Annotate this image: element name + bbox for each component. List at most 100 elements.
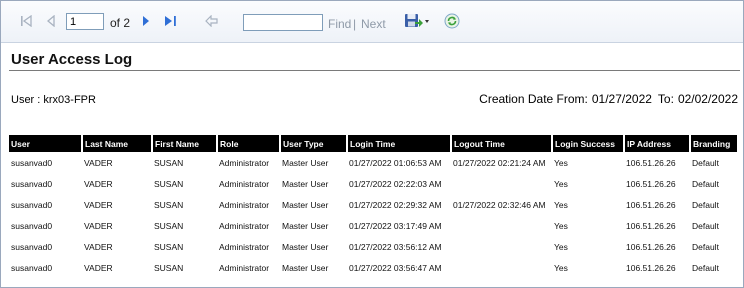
column-header: First Name <box>152 135 218 152</box>
table-cell: 01/27/2022 03:56:47 AM <box>349 262 442 273</box>
first-page-icon[interactable] <box>19 13 33 29</box>
table-cell: SUSAN <box>154 220 184 231</box>
next-page-icon[interactable] <box>139 13 153 29</box>
table-cell: Default <box>692 157 719 168</box>
table-cell: 106.51.26.26 <box>626 178 676 189</box>
table-row: susanvad0 VADER SUSAN Administrator Master U… <box>9 152 738 173</box>
table-cell: SUSAN <box>154 157 184 168</box>
table-row: susanvad0 VADER SUSAN Administrator Master U… <box>9 257 738 278</box>
table-cell <box>451 236 552 257</box>
table-cell: SUSAN <box>154 241 184 252</box>
table-cell: Administrator <box>219 199 270 210</box>
table-cell: VADER <box>84 220 113 231</box>
find-next-link[interactable]: Next <box>361 17 386 31</box>
table-cell: Yes <box>554 262 568 273</box>
table-cell: Yes <box>554 178 568 189</box>
table-cell: Administrator <box>219 220 270 231</box>
column-header: Login Success <box>552 135 625 152</box>
table-cell: Default <box>692 178 719 189</box>
report-title: User Access Log <box>11 51 133 68</box>
table-cell: 106.51.26.26 <box>626 157 676 168</box>
table-cell: Yes <box>554 220 568 231</box>
table-cell <box>451 215 552 236</box>
refresh-icon[interactable] <box>444 13 460 29</box>
table-row: susanvad0 VADER SUSAN Administrator Master U… <box>9 215 738 236</box>
table-cell: Master User <box>282 220 329 231</box>
find-link[interactable]: Find <box>328 17 351 31</box>
table-row: susanvad0 VADER SUSAN Administrator Master U… <box>9 173 738 194</box>
table-cell: VADER <box>84 157 113 168</box>
table-cell <box>451 257 552 278</box>
table-cell: susanvad0 <box>11 199 53 210</box>
table-cell: 01/27/2022 02:29:32 AM <box>349 199 442 210</box>
report-viewer: of 2 Find | Next <box>0 0 744 288</box>
table-cell: 01/27/2022 03:56:12 AM <box>349 241 442 252</box>
table-cell: SUSAN <box>154 262 184 273</box>
export-button[interactable] <box>404 12 430 30</box>
table-cell: Master User <box>282 199 329 210</box>
table-cell: 01/27/2022 02:32:46 AM <box>453 199 546 210</box>
table-cell: Master User <box>282 262 329 273</box>
page-count-text: of 2 <box>110 16 131 30</box>
table-cell: 106.51.26.26 <box>626 220 676 231</box>
column-header: Login Time <box>347 135 452 152</box>
table-cell: 106.51.26.26 <box>626 241 676 252</box>
table-cell: Yes <box>554 157 568 168</box>
creation-date-range: Creation Date From: 01/27/2022 To: 02/02/20… <box>475 92 738 106</box>
table-cell: 01/27/2022 02:21:24 AM <box>453 157 546 168</box>
access-log-table: User Last Name First Name Role User Type… <box>9 135 739 278</box>
table-cell: Master User <box>282 241 329 252</box>
table-header-row: User Last Name First Name Role User Type… <box>9 135 739 152</box>
table-cell: Default <box>692 241 719 252</box>
table-cell: Administrator <box>219 178 270 189</box>
table-cell: 106.51.26.26 <box>626 199 676 210</box>
creation-to-label: To: <box>657 92 674 106</box>
table-cell: 01/27/2022 01:06:53 AM <box>349 157 442 168</box>
title-divider <box>9 70 740 71</box>
table-cell: SUSAN <box>154 178 184 189</box>
last-page-icon[interactable] <box>163 13 177 29</box>
previous-page-icon[interactable] <box>44 13 58 29</box>
table-cell: susanvad0 <box>11 220 53 231</box>
table-cell: SUSAN <box>154 199 184 210</box>
table-row: susanvad0 VADER SUSAN Administrator Master U… <box>9 236 738 257</box>
find-text-input[interactable] <box>243 14 323 31</box>
table-cell <box>451 173 552 194</box>
export-save-icon <box>405 14 429 27</box>
table-row: susanvad0 VADER SUSAN Administrator Master U… <box>9 194 738 215</box>
report-toolbar: of 2 Find | Next <box>1 1 743 43</box>
back-to-parent-icon[interactable] <box>205 13 219 29</box>
table-cell: VADER <box>84 199 113 210</box>
table-cell: VADER <box>84 262 113 273</box>
creation-from-label: Creation Date From: <box>479 92 588 106</box>
table-cell: 01/27/2022 02:22:03 AM <box>349 178 442 189</box>
creation-from-value: 01/27/2022 <box>591 92 652 106</box>
toolbar-separator: | <box>353 17 357 31</box>
table-cell: susanvad0 <box>11 241 53 252</box>
table-cell: susanvad0 <box>11 178 53 189</box>
table-cell: VADER <box>84 178 113 189</box>
table-cell: Default <box>692 199 719 210</box>
table-cell: Yes <box>554 199 568 210</box>
page-number-input[interactable] <box>66 13 104 30</box>
column-header: Logout Time <box>451 135 553 152</box>
column-header: User <box>9 135 83 152</box>
user-filter-text: User : krx03-FPR <box>11 94 96 106</box>
table-cell: Administrator <box>219 241 270 252</box>
table-body: susanvad0 VADER SUSAN Administrator Master U… <box>9 152 738 278</box>
creation-to-value: 02/02/2022 <box>677 92 738 106</box>
table-cell: Default <box>692 262 719 273</box>
table-cell: susanvad0 <box>11 157 53 168</box>
table-cell: 01/27/2022 03:17:49 AM <box>349 220 442 231</box>
table-cell: susanvad0 <box>11 262 53 273</box>
table-cell: Yes <box>554 241 568 252</box>
column-header: IP Address <box>624 135 691 152</box>
table-cell: 106.51.26.26 <box>626 262 676 273</box>
table-cell: Default <box>692 220 719 231</box>
table-cell: Master User <box>282 157 329 168</box>
table-cell: Administrator <box>219 262 270 273</box>
table-cell: VADER <box>84 241 113 252</box>
column-header: User Type <box>280 135 348 152</box>
column-header: Last Name <box>82 135 153 152</box>
column-header: Role <box>217 135 281 152</box>
